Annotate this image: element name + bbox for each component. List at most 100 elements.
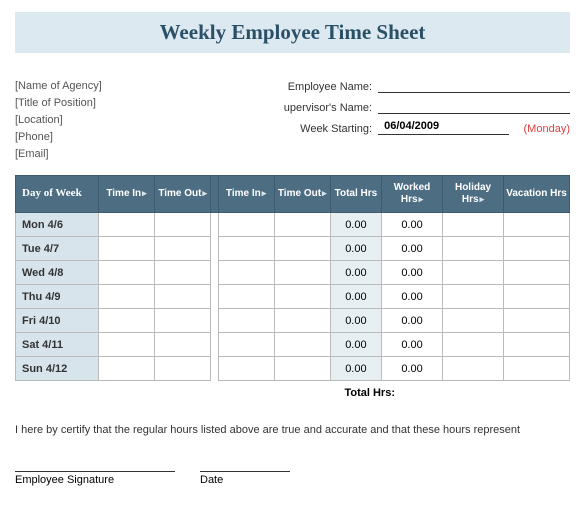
holiday-hrs-cell[interactable] bbox=[443, 357, 504, 381]
total-hrs-cell: 0.00 bbox=[330, 261, 381, 285]
week-starting-value[interactable]: 06/04/2009 bbox=[378, 120, 508, 135]
header-day: Day of Week bbox=[16, 176, 99, 213]
header-vacation-hrs: Vacation Hrs bbox=[504, 176, 570, 213]
day-cell: Thu 4/9 bbox=[16, 285, 99, 309]
certify-text: I here by certify that the regular hours… bbox=[15, 424, 570, 436]
table-row: Sun 4/120.000.00 bbox=[16, 357, 570, 381]
worked-hrs-cell: 0.00 bbox=[382, 309, 443, 333]
day-cell: Wed 4/8 bbox=[16, 261, 99, 285]
day-cell: Sat 4/11 bbox=[16, 333, 99, 357]
worked-hrs-cell: 0.00 bbox=[382, 213, 443, 237]
arrow-icon: ▸ bbox=[201, 188, 207, 198]
agency-position: [Title of Position] bbox=[15, 95, 248, 112]
agency-name: [Name of Agency] bbox=[15, 78, 248, 95]
agency-phone: [Phone] bbox=[15, 129, 248, 146]
time-in-2-cell[interactable] bbox=[218, 309, 274, 333]
time-in-1-cell[interactable] bbox=[98, 309, 154, 333]
time-out-2-cell[interactable] bbox=[274, 237, 330, 261]
supervisor-name-label: upervisor's Name: bbox=[248, 102, 378, 114]
arrow-icon: ▸ bbox=[479, 194, 485, 204]
gap-cell bbox=[211, 333, 218, 357]
time-out-2-cell[interactable] bbox=[274, 285, 330, 309]
time-out-1-cell[interactable] bbox=[155, 309, 211, 333]
table-row: Thu 4/90.000.00 bbox=[16, 285, 570, 309]
holiday-hrs-cell[interactable] bbox=[443, 261, 504, 285]
arrow-icon: ▸ bbox=[321, 188, 327, 198]
vacation-hrs-cell[interactable] bbox=[504, 213, 570, 237]
week-starting-label: Week Starting: bbox=[248, 123, 378, 135]
time-out-2-cell[interactable] bbox=[274, 333, 330, 357]
table-row: Wed 4/80.000.00 bbox=[16, 261, 570, 285]
time-in-2-cell[interactable] bbox=[218, 261, 274, 285]
table-row: Sat 4/110.000.00 bbox=[16, 333, 570, 357]
time-in-1-cell[interactable] bbox=[98, 261, 154, 285]
day-cell: Fri 4/10 bbox=[16, 309, 99, 333]
time-out-2-cell[interactable] bbox=[274, 261, 330, 285]
agency-location: [Location] bbox=[15, 112, 248, 129]
agency-email: [Email] bbox=[15, 146, 248, 163]
holiday-hrs-cell[interactable] bbox=[443, 285, 504, 309]
table-row: Fri 4/10 0.000.00 bbox=[16, 309, 570, 333]
header-total-hrs: Total Hrs bbox=[330, 176, 381, 213]
time-in-1-cell[interactable] bbox=[98, 333, 154, 357]
time-in-2-cell[interactable] bbox=[218, 237, 274, 261]
vacation-hrs-cell[interactable] bbox=[504, 237, 570, 261]
timesheet-table: Day of Week Time In▸ Time Out▸ Time In▸ … bbox=[15, 175, 570, 381]
header-time-out-2: Time Out▸ bbox=[274, 176, 330, 213]
time-out-2-cell[interactable] bbox=[274, 309, 330, 333]
vacation-hrs-cell[interactable] bbox=[504, 285, 570, 309]
table-row: Tue 4/70.000.00 bbox=[16, 237, 570, 261]
table-row: Mon 4/60.000.00 bbox=[16, 213, 570, 237]
day-cell: Tue 4/7 bbox=[16, 237, 99, 261]
fields-column: Employee Name: upervisor's Name: Week St… bbox=[248, 78, 570, 163]
time-out-1-cell[interactable] bbox=[155, 285, 211, 309]
vacation-hrs-cell[interactable] bbox=[504, 357, 570, 381]
header-time-out-1: Time Out▸ bbox=[155, 176, 211, 213]
employee-name-row: Employee Name: bbox=[248, 78, 570, 93]
time-out-1-cell[interactable] bbox=[155, 261, 211, 285]
time-out-2-cell[interactable] bbox=[274, 357, 330, 381]
holiday-hrs-cell[interactable] bbox=[443, 213, 504, 237]
holiday-hrs-cell[interactable] bbox=[443, 309, 504, 333]
header-time-in-1: Time In▸ bbox=[98, 176, 154, 213]
day-cell: Sun 4/12 bbox=[16, 357, 99, 381]
holiday-hrs-cell[interactable] bbox=[443, 333, 504, 357]
time-in-2-cell[interactable] bbox=[218, 333, 274, 357]
header-row: Day of Week Time In▸ Time Out▸ Time In▸ … bbox=[16, 176, 570, 213]
time-in-2-cell[interactable] bbox=[218, 213, 274, 237]
header-holiday-hrs: Holiday Hrs▸ bbox=[443, 176, 504, 213]
time-in-1-cell[interactable] bbox=[98, 357, 154, 381]
time-in-2-cell[interactable] bbox=[218, 357, 274, 381]
gap-cell bbox=[211, 237, 218, 261]
time-in-1-cell[interactable] bbox=[98, 213, 154, 237]
signature-section: Employee Signature Date bbox=[15, 471, 570, 486]
gap-cell bbox=[211, 357, 218, 381]
employee-name-value[interactable] bbox=[378, 78, 570, 93]
vacation-hrs-cell[interactable] bbox=[504, 333, 570, 357]
time-in-1-cell[interactable] bbox=[98, 285, 154, 309]
signature-date[interactable]: Date bbox=[200, 471, 290, 486]
title-bar: Weekly Employee Time Sheet bbox=[15, 12, 570, 53]
signature-employee[interactable]: Employee Signature bbox=[15, 471, 175, 486]
total-hrs-cell: 0.00 bbox=[330, 237, 381, 261]
time-out-1-cell[interactable] bbox=[155, 357, 211, 381]
holiday-hrs-cell[interactable] bbox=[443, 237, 504, 261]
total-hrs-cell: 0.00 bbox=[330, 309, 381, 333]
time-in-1-cell[interactable] bbox=[98, 237, 154, 261]
vacation-hrs-cell[interactable] bbox=[504, 309, 570, 333]
worked-hrs-cell: 0.00 bbox=[382, 285, 443, 309]
time-out-1-cell[interactable] bbox=[155, 237, 211, 261]
time-out-1-cell[interactable] bbox=[155, 333, 211, 357]
time-in-2-cell[interactable] bbox=[218, 285, 274, 309]
arrow-icon: ▸ bbox=[141, 188, 147, 198]
arrow-icon: ▸ bbox=[418, 194, 424, 204]
employee-name-label: Employee Name: bbox=[248, 81, 378, 93]
time-out-2-cell[interactable] bbox=[274, 213, 330, 237]
header-worked-hrs: Worked Hrs▸ bbox=[382, 176, 443, 213]
gap-cell bbox=[211, 261, 218, 285]
gap-cell bbox=[211, 309, 218, 333]
supervisor-name-value[interactable] bbox=[378, 99, 570, 114]
total-hrs-label: Total Hrs: bbox=[15, 387, 570, 399]
time-out-1-cell[interactable] bbox=[155, 213, 211, 237]
vacation-hrs-cell[interactable] bbox=[504, 261, 570, 285]
